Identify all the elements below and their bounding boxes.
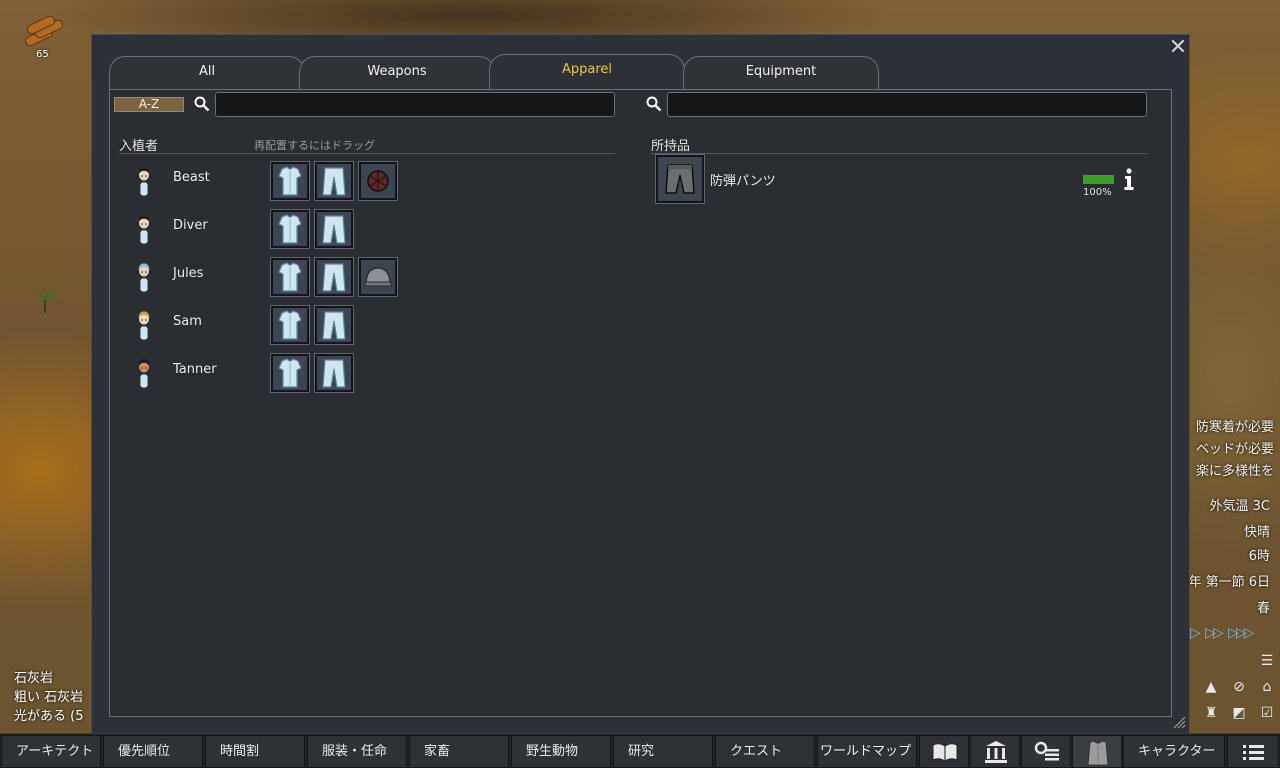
divider [119, 153, 615, 154]
time-of-day: 6時 [1248, 549, 1270, 564]
tab-equipment[interactable]: Equipment [683, 56, 879, 89]
colonist-portrait-icon[interactable] [134, 165, 154, 197]
colonist-portrait-icon[interactable] [134, 213, 154, 245]
colonist-portrait-icon[interactable] [134, 261, 154, 293]
colonist-row[interactable]: Beast [120, 159, 620, 207]
auto-home-icon[interactable]: ♜ [1202, 704, 1220, 722]
colonist-name[interactable]: Sam [173, 314, 202, 329]
date-label: 年 第一節 6日 [1188, 575, 1270, 590]
terrain-type: 粗い 石灰岩 [14, 690, 84, 705]
resource-stack-count: 65 [36, 49, 49, 60]
colonist-portrait-icon[interactable] [134, 309, 154, 341]
tab-animals[interactable]: 家畜 [409, 735, 509, 768]
inventory-header: 所持品 [651, 139, 691, 154]
tab-all[interactable]: All [109, 56, 305, 89]
book-icon[interactable] [919, 735, 969, 768]
colonist-row[interactable]: Jules [120, 255, 620, 303]
time-speed-controls[interactable]: ▷ ▷▷ ▷▷▷ [1190, 625, 1255, 641]
checklist-icon[interactable]: ☑ [1258, 704, 1276, 722]
tab-assign[interactable]: 服装・任命 [307, 735, 407, 768]
tab-apparel[interactable]: Apparel [489, 54, 685, 90]
home-area-icon[interactable]: ⌂ [1258, 678, 1276, 696]
colonist-name[interactable]: Diver [173, 218, 208, 233]
tab-wildlife[interactable]: 野生動物 [511, 735, 611, 768]
speed-1-icon[interactable]: ▷ [1190, 625, 1201, 641]
weather-label: 快晴 [1243, 525, 1270, 540]
hit-points-bar [1083, 175, 1114, 184]
shirt-icon[interactable] [270, 353, 310, 393]
pants-icon[interactable] [314, 209, 354, 249]
rebuild-icon[interactable]: ◩ [1230, 704, 1248, 722]
tab-architect[interactable]: アーキテクト [1, 735, 101, 768]
colonist-name[interactable]: Tanner [173, 362, 217, 377]
pants-icon[interactable] [314, 257, 354, 297]
pants-icon[interactable] [314, 353, 354, 393]
pants-icon[interactable] [314, 305, 354, 345]
flak-pants-icon[interactable] [655, 154, 705, 204]
colonist-row[interactable]: Sam [120, 303, 620, 351]
colonists-header: 入植者 [119, 139, 159, 154]
inventory-item-name[interactable]: 防弾パンツ [710, 170, 776, 189]
speed-2-icon[interactable]: ▷▷ [1205, 625, 1223, 641]
tab-research[interactable]: 研究 [613, 735, 713, 768]
flak-vest-icon[interactable] [358, 161, 398, 201]
speed-3-icon[interactable]: ▷▷▷ [1228, 625, 1254, 641]
divider [651, 153, 1147, 154]
season-label: 春 [1256, 601, 1270, 616]
sort-az-button[interactable]: A-Z [114, 97, 184, 112]
close-button[interactable]: ✕ [1167, 37, 1189, 59]
tab-characters[interactable]: キャラクター [1123, 735, 1225, 768]
helmet-icon[interactable] [358, 257, 398, 297]
history-icon[interactable] [1021, 735, 1071, 768]
colonist-row[interactable]: Diver [120, 207, 620, 255]
tab-content-panel: A-Z 入植者 再配置するにはドラッグ 所持品 Beast Diver Jules S… [109, 89, 1172, 717]
inventory-search-input[interactable] [667, 92, 1147, 117]
danger-toggle-icon[interactable]: ⊘ [1230, 678, 1248, 696]
search-icon [194, 96, 210, 112]
log-icon[interactable]: ☰ [1258, 652, 1276, 670]
shirt-icon[interactable] [270, 257, 310, 297]
factions-icon[interactable] [970, 735, 1020, 768]
tab-schedule[interactable]: 時間割 [205, 735, 305, 768]
terrain-name: 石灰岩 [14, 671, 54, 686]
alert-recreation-variety[interactable]: 楽に多様性を [1196, 460, 1274, 479]
colonist-name[interactable]: Jules [173, 266, 203, 281]
pants-icon[interactable] [314, 161, 354, 201]
light-level: 光がある (5 [14, 709, 84, 724]
colonist-search-input[interactable] [215, 92, 615, 117]
shirt-icon[interactable] [270, 161, 310, 201]
plant-icon[interactable] [28, 285, 62, 315]
shirt-icon[interactable] [270, 305, 310, 345]
shirt-icon[interactable] [270, 209, 310, 249]
tab-quests[interactable]: クエスト [715, 735, 815, 768]
menu-icon[interactable] [1227, 735, 1279, 768]
search-icon [646, 96, 662, 112]
wood-logs-icon[interactable] [22, 14, 66, 48]
colonist-row[interactable]: Tanner [120, 351, 620, 399]
drag-hint: 再配置するにはドラッグ [254, 139, 375, 152]
info-icon[interactable] [1119, 167, 1139, 191]
resize-handle-icon[interactable] [1172, 715, 1186, 729]
apparel-icon[interactable] [1072, 735, 1122, 768]
tab-weapons[interactable]: Weapons [299, 56, 495, 89]
assign-dialog: ✕ All Weapons Apparel Equipment A-Z 入植者 … [91, 34, 1190, 734]
alert-need-beds[interactable]: ベッドが必要 [1196, 438, 1274, 457]
tab-world[interactable]: ワールドマップ [817, 735, 917, 768]
main-tab-bar: アーキテクト 優先順位 時間割 服装・任命 家畜 野生動物 研究 クエスト ワー… [0, 733, 1280, 768]
alert-warm-clothes[interactable]: 防寒着が必要 [1196, 416, 1274, 435]
outdoor-temperature: 外気温 3C [1209, 499, 1270, 514]
colonist-name[interactable]: Beast [173, 170, 210, 185]
roof-overlay-icon[interactable]: ▲ [1202, 678, 1220, 696]
hit-points-percent: 100% [1083, 187, 1112, 198]
tab-work[interactable]: 優先順位 [103, 735, 203, 768]
colonist-portrait-icon[interactable] [134, 357, 154, 389]
